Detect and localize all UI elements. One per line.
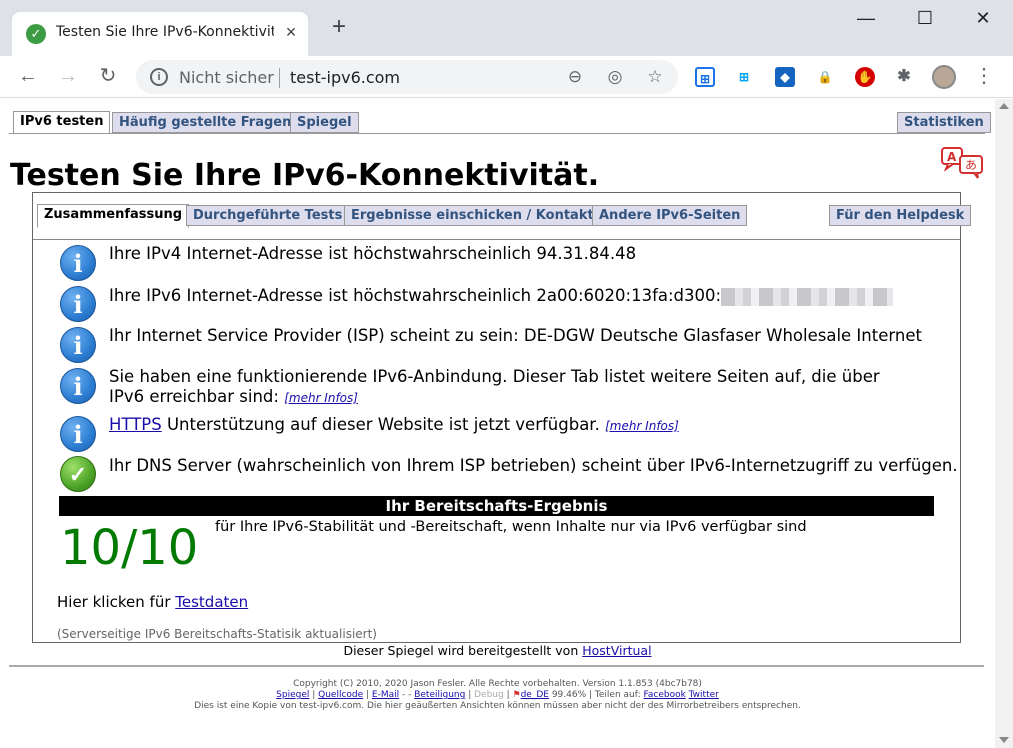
footer-disclaimer: Dies ist eine Kopie von test-ipv6.com. D… <box>194 701 801 711</box>
tab-faq[interactable]: Häufig gestellte Fragen <box>112 112 299 133</box>
shield-grid-extension-icon[interactable]: ⊞ <box>695 67 715 87</box>
info-icon: i <box>60 327 96 363</box>
https-text: Unterstützung auf dieser Website ist jet… <box>161 415 600 434</box>
windows-extension-icon[interactable]: ⊞ <box>734 67 754 87</box>
info-icon: i <box>60 245 96 281</box>
testdata-prefix: Hier klicken für <box>57 593 176 611</box>
security-label[interactable]: Nicht sicher <box>179 68 274 87</box>
browser-toolbar: ← → ↻ i Nicht sicher test-ipv6.com ⊖ ◎ ☆… <box>0 56 1013 98</box>
hostvirtual-link[interactable]: HostVirtual <box>582 643 651 658</box>
blurred-address <box>721 287 894 306</box>
score-value: 10/10 <box>60 520 199 576</box>
checkmark-icon: ✓ <box>60 456 96 492</box>
tab-title: Testen Sie Ihre IPv6-Konnektivität. <box>56 24 274 40</box>
hand-stop-extension-icon[interactable]: ✋ <box>855 67 875 87</box>
https-message: HTTPS Unterstützung auf dieser Website i… <box>109 415 679 436</box>
info-icon: i <box>60 368 96 404</box>
more-info-link[interactable]: [mehr Infos] <box>284 391 358 405</box>
tab-statistics[interactable]: Statistiken <box>897 112 991 133</box>
isp-message: Ihr Internet Service Provider (ISP) sche… <box>109 326 922 345</box>
footer-debug[interactable]: Debug <box>474 690 504 700</box>
avatar[interactable] <box>932 65 956 89</box>
kebab-menu-icon[interactable]: ⋮ <box>974 64 994 88</box>
translate-icon[interactable]: A あ <box>940 147 984 179</box>
footer-email-link[interactable]: E-Mail <box>372 690 399 700</box>
scroll-up-icon[interactable] <box>999 103 1009 109</box>
divider <box>279 68 280 88</box>
plus-icon[interactable]: + <box>326 14 352 40</box>
lock-extension-icon[interactable]: 🔒 <box>815 67 835 87</box>
tab-helpdesk[interactable]: Für den Helpdesk <box>829 205 972 226</box>
address-bar[interactable]: i Nicht sicher test-ipv6.com ⊖ ◎ ☆ <box>136 60 678 94</box>
zoom-icon[interactable]: ⊖ <box>564 66 586 88</box>
window-close-icon[interactable]: ✕ <box>960 8 1006 32</box>
footer-copyright: Copyright (C) 2010, 2020 Jason Fesler. A… <box>293 679 702 689</box>
footer-facebook-link[interactable]: Facebook <box>644 690 686 700</box>
dns-message: Ihr DNS Server (wahrscheinlich von Ihrem… <box>109 456 958 475</box>
forward-arrow-icon[interactable]: → <box>54 62 82 90</box>
tab-underline <box>9 133 985 134</box>
checkmark-favicon-icon: ✓ <box>26 24 46 44</box>
footer-participation-link[interactable]: Beteiligung <box>414 690 465 700</box>
inner-tab-underline <box>33 239 960 240</box>
info-icon[interactable]: i <box>150 68 168 86</box>
server-note: (Serverseitige IPv6 Bereitschafts-Statis… <box>57 627 377 641</box>
scroll-down-icon[interactable] <box>999 737 1009 743</box>
close-icon[interactable]: × <box>282 22 300 43</box>
divider <box>9 665 984 667</box>
tab-ipv6-testen[interactable]: IPv6 testen <box>13 111 111 134</box>
tab-submit-contact[interactable]: Ergebnisse einschicken / Kontakt <box>344 205 601 226</box>
mirror-prefix: Dieser Spiegel wird bereitgestellt von <box>343 643 583 658</box>
footer-mirror-link[interactable]: Spiegel <box>276 690 309 700</box>
ipv4-message: Ihre IPv4 Internet-Adresse ist höchstwah… <box>109 244 637 263</box>
ipv6-message-text: Ihre IPv6 Internet-Adresse ist höchstwah… <box>109 286 722 305</box>
ipv6-working-message: Sie haben eine funktionierende IPv6-Anbi… <box>109 367 909 408</box>
url-text[interactable]: test-ipv6.com <box>290 68 400 87</box>
flag-icon: ⚑ <box>512 690 521 700</box>
page-title: Testen Sie Ihre IPv6-Konnektivität. <box>10 158 600 193</box>
score-heading: Ihr Bereitschafts-Ergebnis <box>59 496 934 516</box>
footer-locale-link[interactable]: de_DE <box>521 690 549 700</box>
footer-percent: 99.46% <box>551 690 587 700</box>
info-icon: i <box>60 416 96 452</box>
puzzle-extension-icon[interactable]: ✱ <box>894 67 914 87</box>
https-link[interactable]: HTTPS <box>109 415 162 434</box>
footer-twitter-link[interactable]: Twitter <box>689 690 719 700</box>
vpn-extension-icon[interactable]: ◆ <box>775 67 795 87</box>
ipv6-message: Ihre IPv6 Internet-Adresse ist höchstwah… <box>109 286 894 306</box>
tab-other-sites[interactable]: Andere IPv6-Seiten <box>592 205 748 226</box>
footer-share-label: Teilen auf: <box>594 690 641 700</box>
score-description: für Ihre IPv6-Stabilität und -Bereitscha… <box>215 519 807 535</box>
scrollbar[interactable] <box>995 99 1013 748</box>
svg-text:A: A <box>947 150 957 164</box>
eye-slash-icon[interactable]: ◎ <box>604 66 626 88</box>
back-arrow-icon[interactable]: ← <box>14 62 42 90</box>
footer-links: Spiegel | Quellcode | E-Mail - - Beteili… <box>276 690 719 700</box>
tab-mirror[interactable]: Spiegel <box>290 112 359 133</box>
svg-text:あ: あ <box>965 158 977 172</box>
maximize-icon[interactable]: ☐ <box>902 8 948 32</box>
more-info-link[interactable]: [mehr Infos] <box>605 419 679 433</box>
tab-summary[interactable]: Zusammenfassung <box>37 204 190 228</box>
reload-icon[interactable]: ↻ <box>94 62 122 90</box>
footer-source-link[interactable]: Quellcode <box>318 690 363 700</box>
browser-tab[interactable]: ✓ Testen Sie Ihre IPv6-Konnektivität. × <box>12 12 308 56</box>
tab-tests[interactable]: Durchgeführte Tests <box>186 205 350 226</box>
star-icon[interactable]: ☆ <box>644 66 666 88</box>
info-icon: i <box>60 286 96 322</box>
minimize-icon[interactable]: — <box>843 8 889 32</box>
browser-titlebar: ✓ Testen Sie Ihre IPv6-Konnektivität. × … <box>0 0 1013 56</box>
mirror-credit: Dieser Spiegel wird bereitgestellt von H… <box>0 643 995 658</box>
testdata-link[interactable]: Testdaten <box>175 593 248 611</box>
testdata-line: Hier klicken für Testdaten <box>57 593 248 611</box>
ipv6-working-text: Sie haben eine funktionierende IPv6-Anbi… <box>109 367 880 406</box>
